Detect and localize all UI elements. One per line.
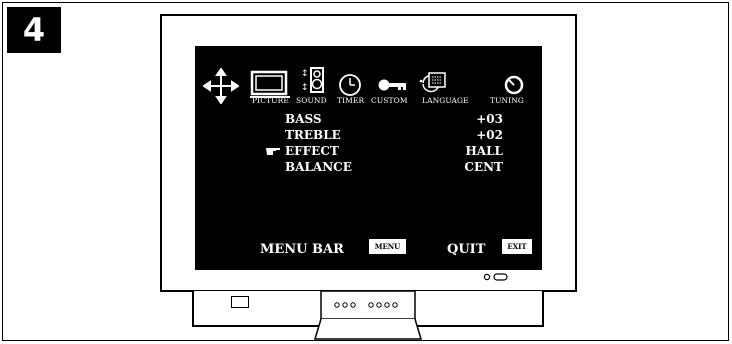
language-label: LANGUAGE xyxy=(422,96,469,105)
svg-text:↕: ↕ xyxy=(301,83,309,93)
timer-label: TIMER xyxy=(337,96,365,105)
power-indicator-icon xyxy=(483,273,508,281)
tv-bezel: ↕ ↕ PICTURE SOUND TIMER CUSTOM LANGUAGE … xyxy=(160,14,577,292)
menu-icon-bar: ↕ ↕ PICTURE SOUND TIMER CUSTOM LANGUAGE … xyxy=(195,46,542,116)
move-arrows-icon xyxy=(203,68,239,104)
timer-icon[interactable] xyxy=(338,73,362,97)
menu-bar-label: MENU BAR xyxy=(260,242,344,257)
setting-row-treble[interactable]: TREBLE +02 xyxy=(265,128,503,144)
front-panel-door[interactable] xyxy=(231,296,249,308)
setting-row-bass[interactable]: BASS +03 xyxy=(265,112,503,128)
setting-label: BASS xyxy=(285,112,322,126)
setting-value: +02 xyxy=(476,128,503,142)
setting-value: CENT xyxy=(464,160,503,174)
setting-label: EFFECT xyxy=(285,144,339,158)
picture-label: PICTURE xyxy=(252,96,289,105)
sound-icon[interactable]: ↕ ↕ xyxy=(299,66,327,96)
setting-row-balance[interactable]: BALANCE CENT xyxy=(265,160,503,176)
quit-label: QUIT xyxy=(447,242,486,257)
step-number-badge: 4 xyxy=(7,7,61,53)
pointing-hand-icon xyxy=(266,148,280,155)
picture-icon[interactable] xyxy=(250,70,290,98)
setting-label: BALANCE xyxy=(285,160,352,174)
custom-label: CUSTOM xyxy=(371,96,408,105)
menu-button[interactable]: MENU xyxy=(369,239,406,254)
tuning-icon[interactable] xyxy=(503,74,525,96)
svg-text:↕: ↕ xyxy=(301,69,309,79)
setting-row-effect[interactable]: EFFECT HALL xyxy=(265,144,503,160)
language-icon[interactable] xyxy=(413,70,449,96)
tv-screen: ↕ ↕ PICTURE SOUND TIMER CUSTOM LANGUAGE … xyxy=(195,46,542,270)
front-controls-stand xyxy=(313,291,423,340)
exit-button[interactable]: EXIT xyxy=(502,239,532,254)
step-number: 4 xyxy=(22,11,46,49)
setting-label: TREBLE xyxy=(285,128,341,142)
setting-value: +03 xyxy=(476,112,503,126)
custom-icon[interactable] xyxy=(378,78,408,92)
setting-value: HALL xyxy=(465,144,503,158)
sound-label: SOUND xyxy=(296,96,327,105)
tuning-label: TUNING xyxy=(490,96,525,105)
